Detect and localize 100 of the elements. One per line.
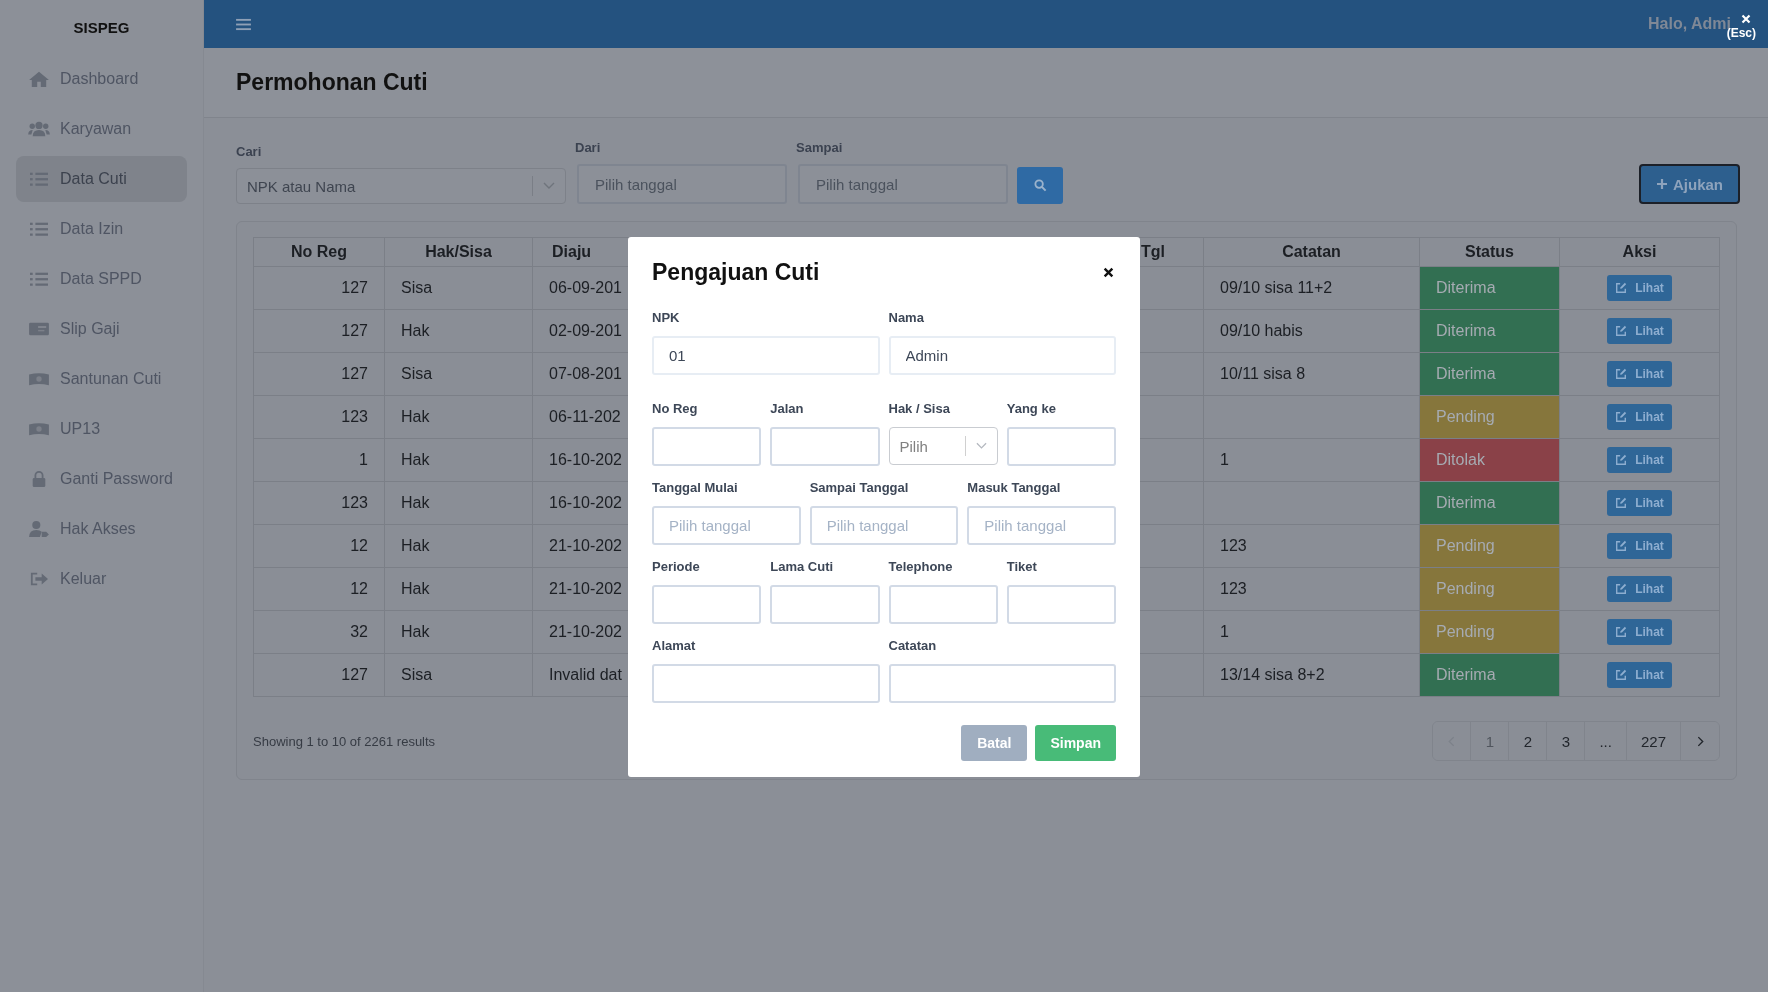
field-label: Yang ke (1006, 401, 1057, 416)
sidebar-item[interactable]: Data Izin (16, 206, 187, 252)
table-cell: 12 (350, 537, 368, 554)
table-cell: 123 (1220, 537, 1247, 554)
view-button[interactable]: Lihat (1607, 447, 1672, 473)
status-cell: Pending (1419, 395, 1560, 439)
sidebar-item[interactable]: Dashboard (16, 56, 187, 102)
field-label: NPK (652, 310, 681, 325)
field-label: Dari (575, 140, 602, 155)
edit-icon (1615, 669, 1628, 681)
input-field[interactable] (652, 585, 762, 624)
view-button[interactable]: Lihat (1607, 318, 1672, 344)
column-header: Catatan (1282, 243, 1341, 260)
input-field[interactable] (888, 664, 1116, 703)
input-field[interactable] (770, 585, 880, 624)
list-icon (28, 270, 50, 288)
input-field[interactable] (888, 585, 998, 624)
field-label: Hak / Sisa (888, 401, 951, 416)
table-cell: Hak (401, 580, 430, 597)
input-field[interactable]: 01 (652, 336, 880, 375)
sidebar-item[interactable]: Data Cuti (16, 156, 187, 202)
menu-icon[interactable] (236, 17, 251, 31)
table-cell: 123 (341, 494, 368, 511)
table-cell: Invalid dat (549, 666, 622, 683)
sidebar-item[interactable]: UP13 (16, 406, 187, 452)
column-header: Tgl (1141, 243, 1165, 260)
view-button[interactable]: Lihat (1607, 662, 1672, 688)
status-cell: Diterima (1419, 653, 1560, 697)
plus-icon (1656, 178, 1668, 190)
edit-icon (1615, 368, 1628, 380)
view-button[interactable]: Lihat (1607, 576, 1672, 602)
page-title: Permohonan Cuti (236, 69, 428, 96)
list-icon (28, 220, 50, 238)
column-header: Aksi (1622, 243, 1657, 260)
input-field[interactable] (1006, 427, 1116, 466)
sidebar-item[interactable]: Data SPPD (16, 256, 187, 302)
sidebar-item[interactable]: Ganti Password (16, 456, 187, 502)
table-cell: Hak (401, 408, 430, 425)
list-icon (28, 170, 50, 188)
table-cell: Sisa (401, 279, 433, 296)
column-header: Status (1465, 243, 1514, 260)
table-cell: 127 (341, 666, 368, 683)
date-field[interactable]: Pilih tanggal (798, 164, 1008, 204)
view-button[interactable]: Lihat (1607, 404, 1672, 430)
input-field[interactable] (652, 427, 762, 466)
search-button[interactable] (1017, 167, 1063, 204)
view-button[interactable]: Lihat (1607, 275, 1672, 301)
sidebar-item[interactable]: Slip Gaji (16, 306, 187, 352)
select-field[interactable]: Pilih (888, 427, 998, 465)
table-cell: Hak (401, 322, 430, 339)
view-button[interactable]: Lihat (1607, 490, 1672, 516)
field-label: Masuk Tanggal (967, 480, 1062, 495)
exit-icon (28, 570, 50, 588)
column-header: Diaju (552, 243, 592, 260)
table-cell: 1 (1220, 451, 1229, 468)
cancel-button[interactable]: Batal (961, 725, 1028, 761)
input-field[interactable] (652, 664, 880, 703)
table-cell: Hak (401, 451, 430, 468)
input-field[interactable] (1006, 585, 1116, 624)
sidebar-item[interactable]: Hak Akses (16, 506, 187, 552)
field-label: Catatan (888, 638, 938, 653)
banknote-icon (28, 420, 50, 438)
search-icon (1033, 179, 1047, 192)
sidebar-item[interactable]: Santunan Cuti (16, 356, 187, 402)
field-label: No Reg (652, 401, 699, 416)
table-cell: 12 (350, 580, 368, 597)
sidebar-item[interactable]: Karyawan (16, 106, 187, 152)
view-button[interactable]: Lihat (1607, 533, 1672, 559)
field-label: Alamat (652, 638, 697, 653)
status-cell: Diterima (1419, 266, 1560, 310)
table-cell: 127 (341, 279, 368, 296)
save-button[interactable]: Simpan (1035, 725, 1116, 761)
sidebar-item[interactable]: Keluar (16, 556, 187, 602)
table-cell: Sisa (401, 365, 433, 382)
edit-icon (1615, 583, 1628, 595)
field-label: Telephone (888, 559, 954, 574)
edit-icon (1615, 282, 1628, 294)
view-button[interactable]: Lihat (1607, 361, 1672, 387)
table-cell: 127 (341, 365, 368, 382)
add-button[interactable]: Ajukan (1639, 164, 1740, 204)
table-cell: Sisa (401, 666, 433, 683)
input-field[interactable]: Admin (888, 336, 1116, 375)
status-cell: Pending (1419, 610, 1560, 654)
field-label: Tiket (1006, 559, 1038, 574)
table-cell: Hak (401, 623, 430, 640)
table-cell: 16-10-202 (549, 451, 622, 468)
status-cell: Diterima (1419, 309, 1560, 353)
field-label: Cari (236, 144, 263, 159)
status-cell: Pending (1419, 524, 1560, 568)
table-cell: 32 (350, 623, 368, 640)
banknote-icon (28, 370, 50, 388)
close-icon[interactable] (1103, 267, 1114, 278)
view-button[interactable]: Lihat (1607, 619, 1672, 645)
table-cell: 21-10-202 (549, 537, 622, 554)
table-cell: 10/11 sisa 8 (1220, 365, 1306, 382)
search-select[interactable]: NPK atau Nama (236, 168, 566, 204)
field-label: Nama (888, 310, 925, 325)
table-cell: 09/10 habis (1220, 322, 1303, 339)
input-field[interactable] (770, 427, 880, 466)
date-field[interactable]: Pilih tanggal (577, 164, 787, 204)
